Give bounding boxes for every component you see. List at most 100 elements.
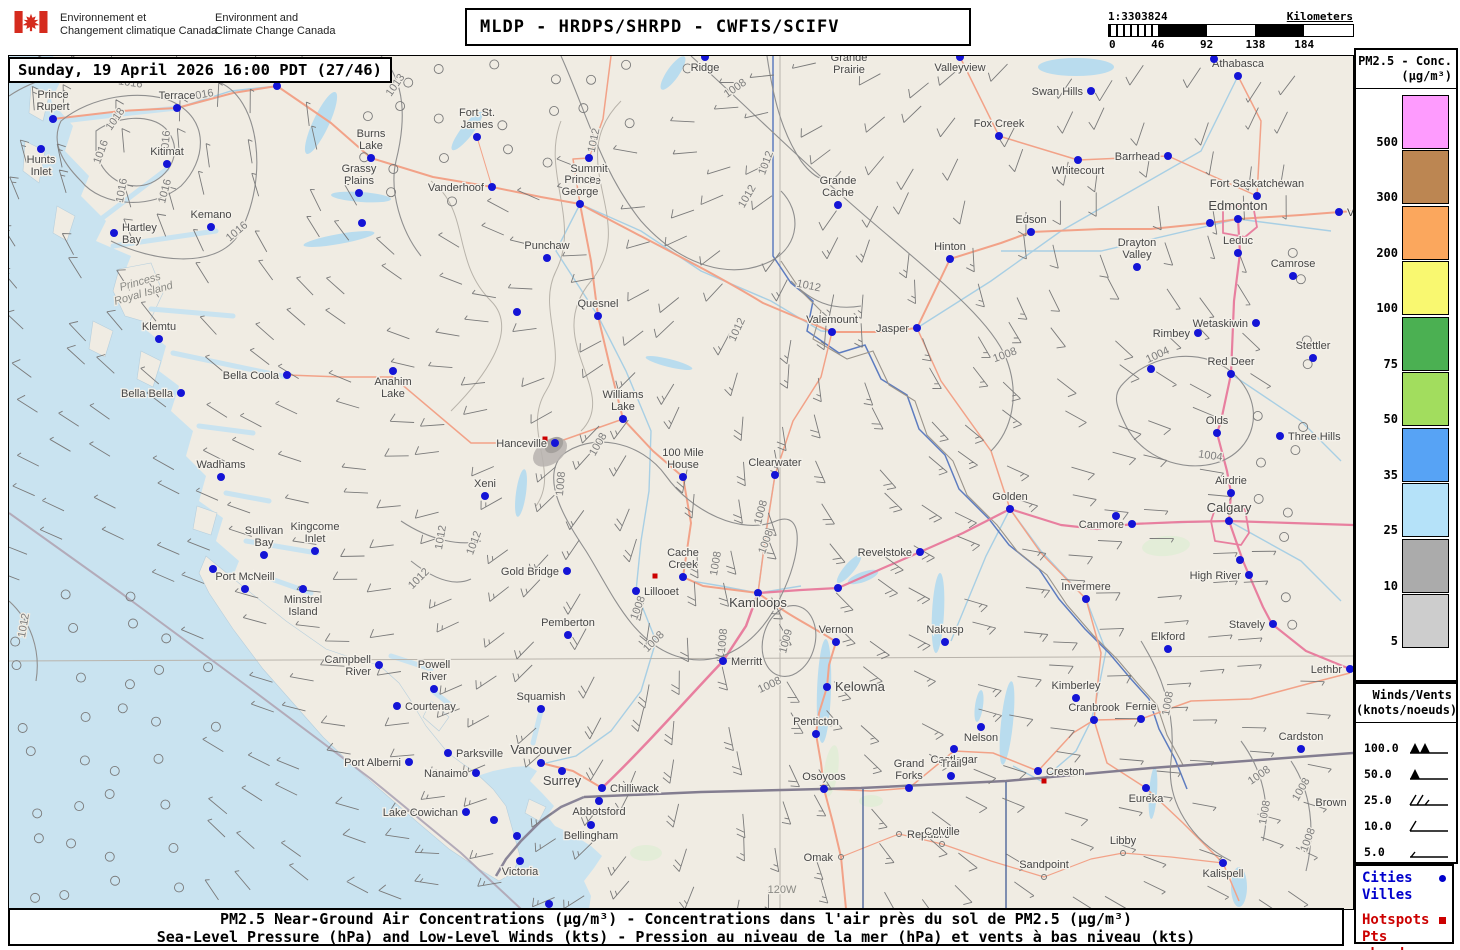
ptschauds-legend-row: Pts chauds xyxy=(1362,929,1446,950)
city-label: Cardston xyxy=(1279,731,1324,743)
datetime-bar: Sunday, 19 April 2026 16:00 PDT (27/46) xyxy=(9,57,392,83)
city-dot xyxy=(1252,319,1260,327)
city-dot xyxy=(1147,365,1155,373)
city-label: Wadhams xyxy=(196,459,246,471)
pm25-level-swatch xyxy=(1402,427,1449,482)
city-dot xyxy=(832,638,840,646)
legend-separator xyxy=(1356,722,1456,723)
city-dot xyxy=(679,473,687,481)
city-dot xyxy=(375,661,383,669)
wind-barb-icon xyxy=(1410,743,1448,754)
pm25-level-label: 100 xyxy=(1376,301,1398,315)
pm25-level-swatch xyxy=(1402,94,1449,149)
city-label: Quesnel xyxy=(578,298,619,310)
city-label: Osoyoos xyxy=(802,771,846,783)
city-label: Stettler xyxy=(1296,340,1331,352)
city-dot xyxy=(1245,571,1253,579)
city-label: Libby xyxy=(1110,835,1137,847)
city-dot xyxy=(1234,215,1242,223)
pm25-level-row: 300 xyxy=(1356,149,1456,204)
city-label: Rimbey xyxy=(1153,328,1191,340)
city-label: Olds xyxy=(1206,415,1229,427)
city-dot xyxy=(444,749,452,757)
city-label: Fernie xyxy=(1125,701,1156,713)
city-dot xyxy=(537,705,545,713)
city-label: Airdrie xyxy=(1215,475,1247,487)
wind-speed-row: 25.0 xyxy=(1364,787,1450,813)
city-dot xyxy=(1289,272,1297,280)
city-dot xyxy=(1227,370,1235,378)
pm25-legend: PM2.5 - Conc. (µg/m³) 500 300 200 100 75 50 35 2… xyxy=(1354,48,1458,682)
wind-barb-icon xyxy=(1410,851,1448,858)
hotspot-marker xyxy=(1041,778,1047,784)
city-dot xyxy=(1164,152,1172,160)
wind-barb-icon xyxy=(1409,820,1448,832)
city-dot xyxy=(473,133,481,141)
city-dot xyxy=(37,145,45,153)
city-label: Bella Coola xyxy=(223,370,280,382)
city-label: Grande Cache xyxy=(820,175,857,199)
city-dot xyxy=(1133,263,1141,271)
city-dot xyxy=(563,567,571,575)
city-label: Nelson xyxy=(964,732,998,744)
city-dot xyxy=(488,183,496,191)
city-label: Revelstoke xyxy=(858,547,912,559)
pm25-level-swatch xyxy=(1402,483,1449,537)
city-dot xyxy=(389,367,397,375)
city-label: Vancouver xyxy=(510,742,572,757)
city-dot xyxy=(155,335,163,343)
city-dot xyxy=(619,415,627,423)
wind-speed-label: 25.0 xyxy=(1364,793,1392,807)
pm25-level-row: 10 xyxy=(1356,537,1456,593)
city-dot xyxy=(585,154,593,162)
pm25-level-swatch xyxy=(1402,538,1449,593)
city-dot xyxy=(1213,429,1221,437)
city-dot xyxy=(1225,517,1233,525)
city-label: Port McNeill xyxy=(215,571,274,583)
city-dot-icon xyxy=(1439,875,1446,882)
city-label: 100 Mile House xyxy=(662,447,704,471)
city-label: Edson xyxy=(1015,214,1046,226)
isobar-label: 1008 xyxy=(554,471,568,496)
city-label: Whitecourt xyxy=(1052,165,1105,177)
city-label: Grassy Plains xyxy=(342,163,377,187)
city-dot xyxy=(1269,620,1277,628)
pm25-level-swatch xyxy=(1402,372,1449,426)
city-label: Victoria xyxy=(502,866,539,878)
city-label: Omak xyxy=(804,852,834,864)
logo-text-french: Environnement et Changement climatique Ca… xyxy=(60,12,218,37)
city-dot xyxy=(995,132,1003,140)
city-dot xyxy=(283,371,291,379)
city-label: Prince George xyxy=(562,174,599,198)
city-label: Canmore xyxy=(1079,519,1124,531)
city-dot xyxy=(950,745,958,753)
villes-legend-row: Villes xyxy=(1362,887,1446,904)
city-label: Minstrel Island xyxy=(284,594,323,618)
scale-ratio: 1:3303824 xyxy=(1108,10,1168,23)
city-dot xyxy=(545,900,553,908)
wind-legend-rows: 100.0 50.0 25.0 10.0 5.0 xyxy=(1356,727,1456,865)
city-dot xyxy=(260,551,268,559)
city-dot xyxy=(1276,432,1284,440)
city-label: Klemtu xyxy=(142,321,176,333)
wind-speed-label: 100.0 xyxy=(1364,741,1399,755)
pm25-level-row: 25 xyxy=(1356,482,1456,537)
pm25-level-swatch xyxy=(1402,594,1449,648)
pm25-level-label: 35 xyxy=(1383,467,1398,482)
city-dot xyxy=(820,785,828,793)
city-dot xyxy=(273,82,281,90)
scale-tick-label: 46 xyxy=(1151,38,1165,51)
city-label: High River xyxy=(1190,570,1242,582)
wind-speed-row: 50.0 xyxy=(1364,761,1450,787)
city-dot xyxy=(173,104,181,112)
city-dot xyxy=(1297,745,1305,753)
city-dot xyxy=(513,832,521,840)
city-label: Edmonton xyxy=(1208,198,1267,213)
pm25-level-row: 500 xyxy=(1356,93,1456,149)
city-label: Courtenay xyxy=(405,701,456,713)
city-label: Cranbrook xyxy=(1068,702,1120,714)
city-dot xyxy=(834,201,842,209)
pm25-level-row: 50 xyxy=(1356,371,1456,426)
city-label: Stavely xyxy=(1229,619,1266,631)
pm25-level-row: 100 xyxy=(1356,260,1456,315)
